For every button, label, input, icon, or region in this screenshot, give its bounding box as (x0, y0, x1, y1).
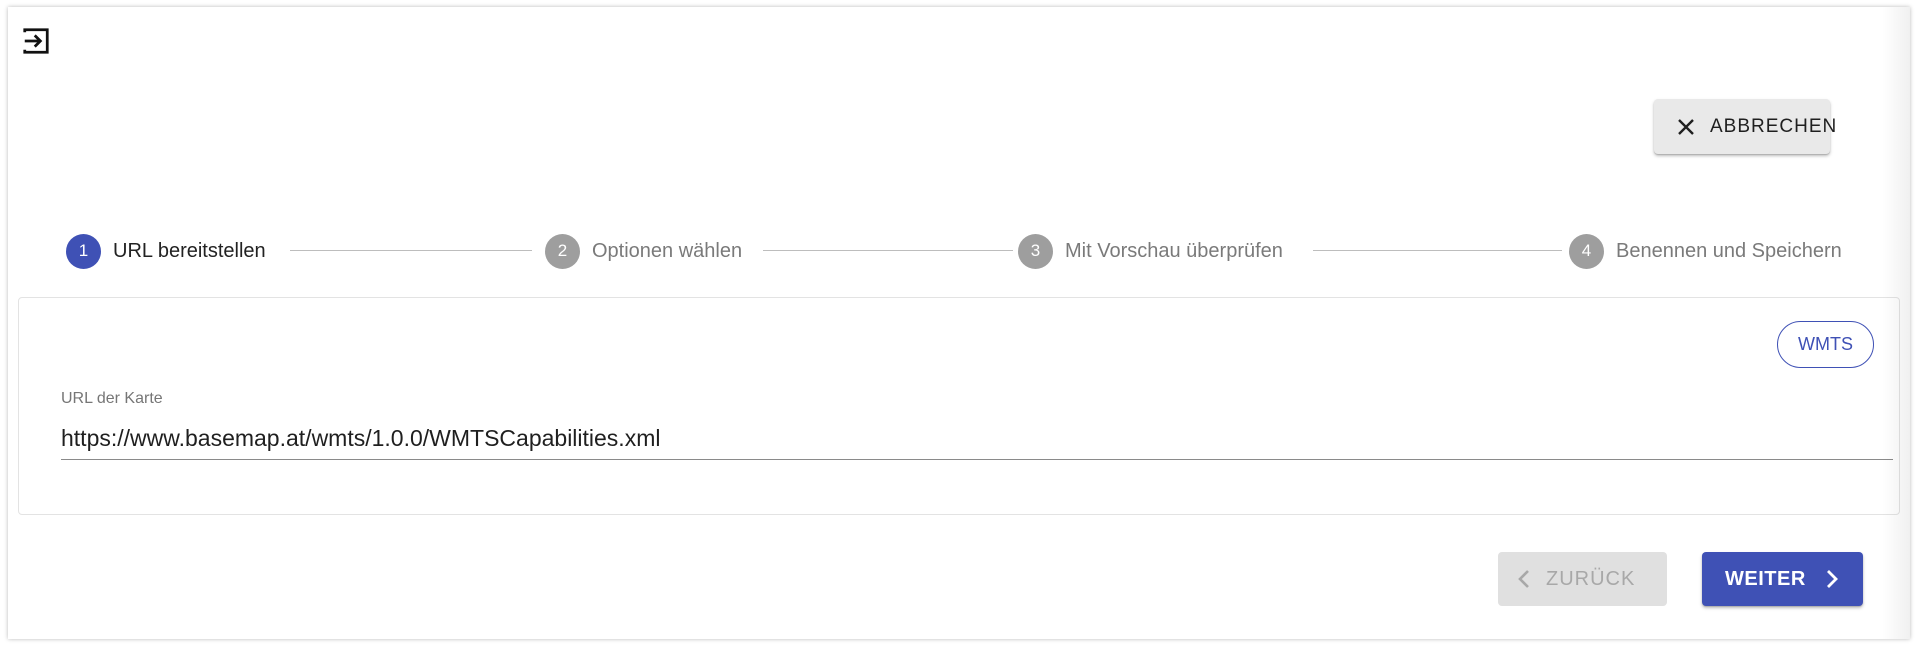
back-button-label: ZURÜCK (1546, 567, 1636, 590)
cancel-button[interactable]: ABBRECHEN (1654, 99, 1836, 154)
step-connector (290, 250, 532, 251)
next-button-label: WEITER (1725, 567, 1806, 590)
stepper: 1 URL bereitstellen 2 Optionen wählen 3 … (8, 225, 1910, 275)
step-label: Mit Vorschau überprüfen (1065, 239, 1283, 262)
next-button[interactable]: WEITER (1702, 552, 1863, 606)
url-form-card (18, 297, 1900, 515)
cancel-button-label: ABBRECHEN (1710, 115, 1838, 137)
step-number-badge: 1 (66, 233, 101, 269)
step-connector (763, 250, 1013, 251)
step-label: URL bereitstellen (113, 239, 266, 262)
url-field-label: URL der Karte (61, 390, 163, 407)
close-icon (1676, 117, 1696, 137)
step-number-badge: 4 (1569, 233, 1604, 269)
step-3[interactable]: 3 Mit Vorschau überprüfen (1018, 233, 1283, 269)
chevron-right-icon (1820, 568, 1842, 590)
wizard-panel: ABBRECHEN 1 URL bereitstellen 2 Optionen… (8, 7, 1910, 639)
exit-to-app-icon[interactable] (20, 25, 52, 57)
step-number-badge: 2 (545, 233, 580, 269)
service-type-chip[interactable]: WMTS (1777, 321, 1874, 368)
step-number-badge: 3 (1018, 233, 1053, 269)
chevron-left-icon (1514, 568, 1536, 590)
step-label: Optionen wählen (592, 239, 743, 262)
step-label: Benennen und Speichern (1616, 239, 1842, 262)
back-button[interactable]: ZURÜCK (1498, 552, 1667, 606)
step-4[interactable]: 4 Benennen und Speichern (1569, 233, 1842, 269)
url-input[interactable] (61, 418, 1893, 460)
step-2[interactable]: 2 Optionen wählen (545, 233, 742, 269)
step-1[interactable]: 1 URL bereitstellen (66, 233, 266, 269)
step-connector (1313, 250, 1562, 251)
